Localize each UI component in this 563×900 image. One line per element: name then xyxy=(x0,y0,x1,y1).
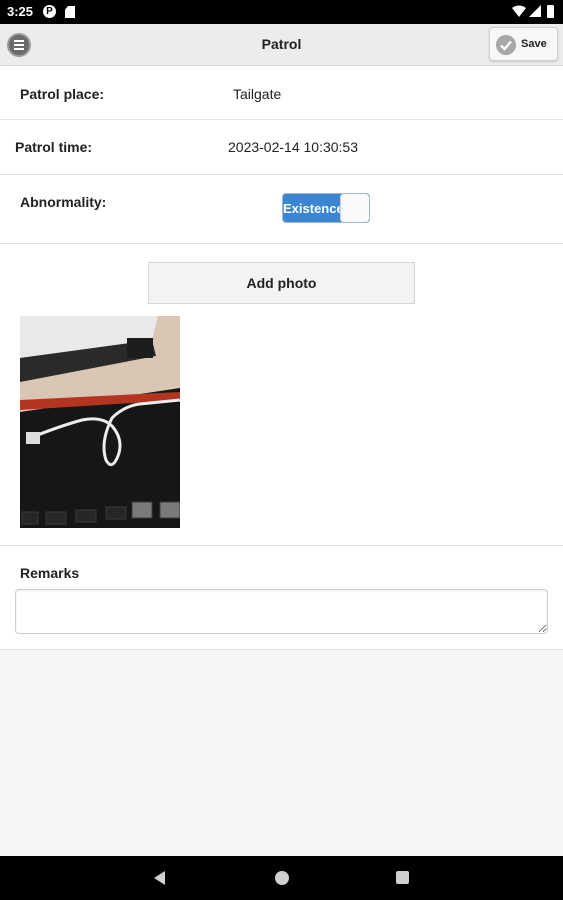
app-bar: Patrol Save xyxy=(0,24,563,66)
abnormality-row: Abnormality: Existence xyxy=(0,175,563,244)
patrol-time-row: Patrol time: 2023-02-14 10:30:53 xyxy=(0,120,563,175)
patrol-time-value: 2023-02-14 10:30:53 xyxy=(228,139,358,155)
wifi-icon xyxy=(512,5,526,17)
add-photo-button[interactable]: Add photo xyxy=(148,262,415,304)
toggle-knob xyxy=(340,194,369,222)
patrol-time-label: Patrol time: xyxy=(15,139,93,155)
remarks-label: Remarks xyxy=(20,565,80,581)
status-bar: 3:25 P xyxy=(0,0,563,24)
photo-image xyxy=(20,316,180,528)
patrol-place-label: Patrol place: xyxy=(20,86,105,102)
recents-icon[interactable] xyxy=(396,871,409,884)
home-icon[interactable] xyxy=(275,871,289,885)
sd-card-icon xyxy=(65,6,75,18)
abnormality-toggle-text: Existence xyxy=(283,201,343,216)
back-icon[interactable] xyxy=(154,871,165,885)
abnormality-toggle[interactable]: Existence xyxy=(282,193,370,223)
remarks-input[interactable] xyxy=(15,589,548,634)
patrol-form: Patrol place: Tailgate Patrol time: 2023… xyxy=(0,66,563,650)
save-button[interactable]: Save xyxy=(489,27,558,61)
page-title: Patrol xyxy=(261,36,302,52)
system-nav-bar xyxy=(0,856,563,900)
abnormality-label: Abnormality: xyxy=(20,194,107,210)
patrol-place-row: Patrol place: Tailgate xyxy=(0,66,563,120)
battery-icon xyxy=(547,5,554,18)
save-label: Save xyxy=(521,38,547,50)
check-icon xyxy=(496,35,516,55)
notification-p-icon: P xyxy=(43,5,56,18)
photo-thumbnail[interactable] xyxy=(20,316,180,528)
status-time: 3:25 xyxy=(7,4,34,19)
signal-icon xyxy=(529,5,541,17)
patrol-place-value: Tailgate xyxy=(233,86,282,102)
